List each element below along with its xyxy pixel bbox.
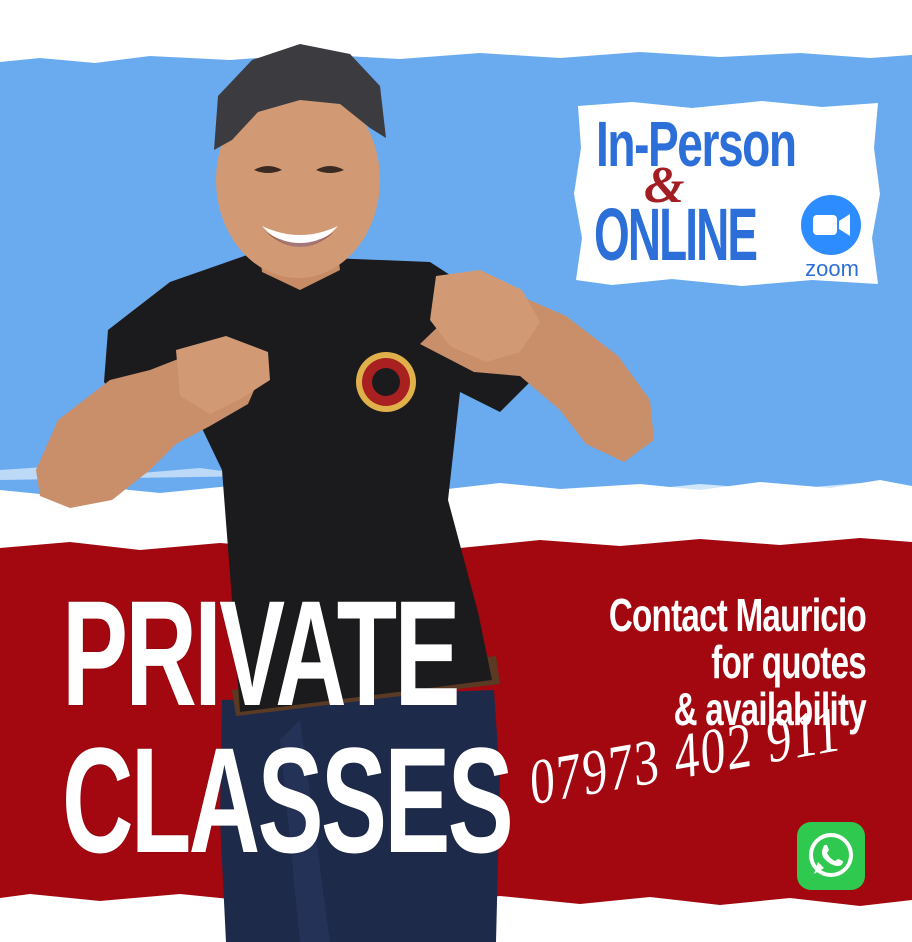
contact-line-2: for quotes	[711, 635, 866, 688]
headline-line-2: CLASSES	[62, 716, 514, 884]
whatsapp-icon[interactable]	[797, 822, 865, 890]
badge-in-person-text: In-Person	[596, 108, 797, 180]
contact-line-1: Contact Mauricio	[608, 589, 867, 641]
zoom-camera-icon	[801, 195, 861, 255]
in-person-online-badge: In-Person & ONLINE zoom	[572, 98, 884, 288]
badge-online-text: ONLINE	[594, 193, 758, 276]
zoom-label: zoom	[805, 256, 859, 281]
poster: In-Person & ONLINE zoom PRIVATE CLASSES …	[0, 0, 912, 942]
